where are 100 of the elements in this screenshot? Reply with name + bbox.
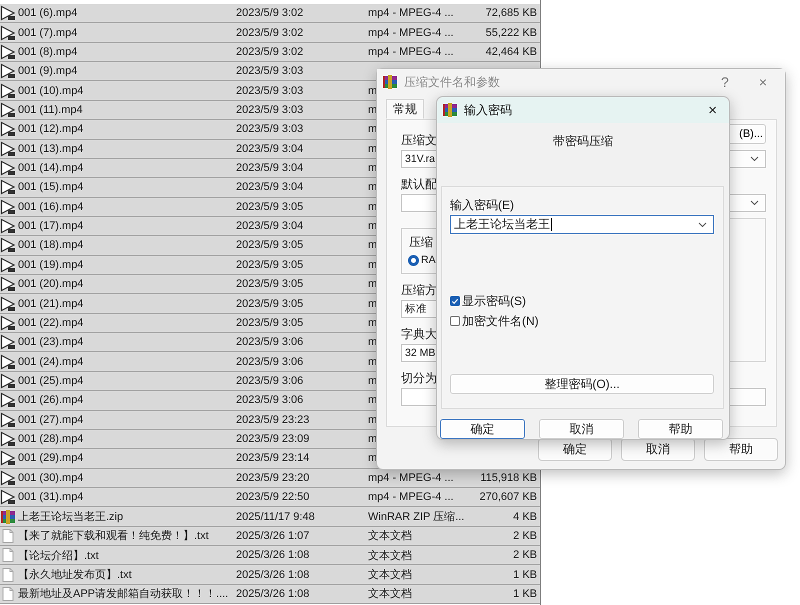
close-button[interactable]: × [702, 98, 723, 122]
video-file-icon [0, 63, 16, 80]
video-file-icon [0, 314, 16, 331]
file-date: 2025/11/17 9:48 [236, 510, 315, 523]
video-file-icon [0, 140, 16, 157]
group-label: 压缩 [408, 235, 434, 249]
dialog-button[interactable]: 确定 [440, 419, 525, 439]
file-name: 001 (24).mp4 [18, 356, 84, 368]
video-file-icon [0, 354, 16, 370]
app-icon [382, 74, 398, 90]
chevron-down-icon [698, 222, 707, 228]
video-file-icon [0, 121, 16, 138]
tab[interactable]: 常规 [386, 99, 424, 119]
file-date: 2023/5/9 3:04 [236, 162, 304, 174]
video-file-icon [0, 412, 16, 428]
chevron-down-icon [750, 200, 759, 206]
file-name: 001 (6).mp4 [18, 7, 78, 20]
file-date: 2023/5/9 3:02 [236, 46, 304, 58]
file-size: 72,685 KB [486, 7, 537, 20]
close-button[interactable]: × [746, 70, 779, 94]
dialog-button[interactable]: 取消 [539, 419, 624, 439]
file-name: 001 (18).mp4 [18, 239, 84, 252]
dialog-button[interactable]: 帮助 [704, 438, 778, 461]
video-file-icon [0, 392, 16, 408]
file-date: 2023/5/9 3:02 [236, 26, 304, 39]
file-date: 2023/5/9 23:14 [236, 452, 310, 464]
file-date: 2023/5/9 3:04 [236, 220, 304, 232]
checkbox-label: 加密文件名(N) [462, 312, 539, 330]
file-row[interactable]: 上老王论坛当老王.zip 2025/11/17 9:48 WinRAR ZIP 压缩... 4 KB [0, 507, 540, 527]
file-type: mp4 - MPEG-4 ... [368, 491, 454, 504]
file-date: 2023/5/9 22:50 [236, 491, 310, 504]
checkbox[interactable] [450, 316, 460, 326]
books-icon [0, 508, 16, 525]
field-label: 输入密码(E) [450, 197, 515, 213]
file-size: 2 KB [513, 549, 537, 562]
file-date: 2023/5/9 3:06 [236, 394, 304, 406]
text-file-icon [0, 528, 16, 544]
video-file-icon [0, 256, 16, 273]
file-size: 1 KB [513, 568, 537, 581]
file-date: 2023/5/9 23:23 [236, 414, 310, 426]
file-name: 001 (12).mp4 [18, 123, 84, 136]
video-file-icon [0, 179, 16, 196]
file-row[interactable]: 001 (7).mp4 2023/5/9 3:02 mp4 - MPEG-4 ... 55,222 KB [0, 23, 540, 43]
video-file-icon [0, 82, 16, 99]
file-size: 42,464 KB [486, 46, 537, 58]
file-row[interactable]: 001 (8).mp4 2023/5/9 3:02 mp4 - MPEG-4 ... 42,464 KB [0, 42, 540, 62]
file-name: 【永久地址发布页】.txt [18, 568, 132, 582]
file-row[interactable]: 001 (31).mp4 2023/5/9 22:50 mp4 - MPEG-4 ... 270,607 KB [0, 488, 540, 508]
file-row[interactable]: 【论坛介绍】.txt 2025/3/26 1:08 文本文档 2 KB [0, 546, 540, 566]
text-file-icon [0, 586, 16, 602]
file-date: 2023/5/9 3:05 [236, 200, 304, 213]
file-name: 001 (31).mp4 [18, 491, 84, 504]
field-label: 默认配 [401, 176, 437, 192]
file-name: 001 (23).mp4 [18, 336, 84, 348]
password-field[interactable]: 上老王论坛当老王 [450, 215, 714, 234]
file-name: 001 (8).mp4 [18, 46, 78, 58]
file-size: 1 KB [513, 588, 537, 600]
file-name: 001 (11).mp4 [18, 104, 83, 116]
video-file-icon [0, 450, 16, 466]
file-date: 2023/5/9 3:05 [236, 298, 304, 310]
text-file-icon [0, 566, 16, 583]
dialog-button[interactable]: 确定 [538, 438, 612, 461]
file-name: 001 (25).mp4 [18, 375, 84, 387]
file-row[interactable]: 最新地址及APP请发邮箱自动获取！！！.... 2025/3/26 1:08 文本文档 1 KB [0, 584, 540, 604]
file-date: 2023/5/9 3:03 [236, 123, 304, 136]
file-date: 2023/5/9 3:05 [236, 316, 304, 329]
video-file-icon [0, 160, 16, 176]
file-size: 55,222 KB [486, 26, 537, 39]
dialog-button[interactable]: 取消 [621, 438, 695, 461]
manage-passwords-button[interactable]: 整理密码(O)... [450, 374, 714, 394]
file-type: mp4 - MPEG-4 ... [368, 7, 454, 20]
window-title: 输入密码 [464, 102, 512, 118]
dialog-button[interactable]: 帮助 [638, 419, 723, 439]
video-file-icon [0, 373, 16, 389]
file-name: 001 (22).mp4 [18, 316, 84, 329]
file-date: 2023/5/9 3:06 [236, 336, 304, 348]
file-name: 001 (14).mp4 [18, 162, 84, 174]
file-date: 2023/5/9 3:03 [236, 104, 304, 116]
file-row[interactable]: 【来了就能下载和观看！纯免费！】.txt 2025/3/26 1:07 文本文档 2 KB [0, 526, 540, 546]
file-type: mp4 - MPEG-4 ... [368, 472, 454, 484]
file-date: 2023/5/9 3:05 [236, 278, 304, 290]
file-row[interactable]: 001 (6).mp4 2023/5/9 3:02 mp4 - MPEG-4 ... 72,685 KB [0, 4, 540, 24]
file-size: 270,607 KB [480, 491, 537, 504]
file-size: 115,918 KB [480, 472, 537, 484]
file-name: 001 (13).mp4 [18, 142, 84, 155]
file-type: 文本文档 [368, 548, 412, 563]
file-name: 上老王论坛当老王.zip [18, 510, 124, 524]
file-date: 2025/3/26 1:07 [236, 530, 310, 542]
file-date: 2023/5/9 3:04 [236, 181, 304, 194]
video-file-icon [0, 24, 16, 41]
file-name: 001 (9).mp4 [18, 65, 78, 78]
file-name: 001 (27).mp4 [18, 414, 84, 426]
radio-button[interactable] [408, 254, 419, 266]
text-file-icon [0, 547, 16, 564]
video-file-icon [0, 431, 16, 448]
file-row[interactable]: 【永久地址发布页】.txt 2025/3/26 1:08 文本文档 1 KB [0, 565, 540, 585]
chevron-down-icon [750, 156, 759, 162]
help-button[interactable]: ? [709, 70, 741, 94]
checkbox[interactable] [450, 296, 460, 306]
file-row[interactable]: 001 (30).mp4 2023/5/9 23:20 mp4 - MPEG-4 ... 115,918 KB [0, 468, 540, 488]
